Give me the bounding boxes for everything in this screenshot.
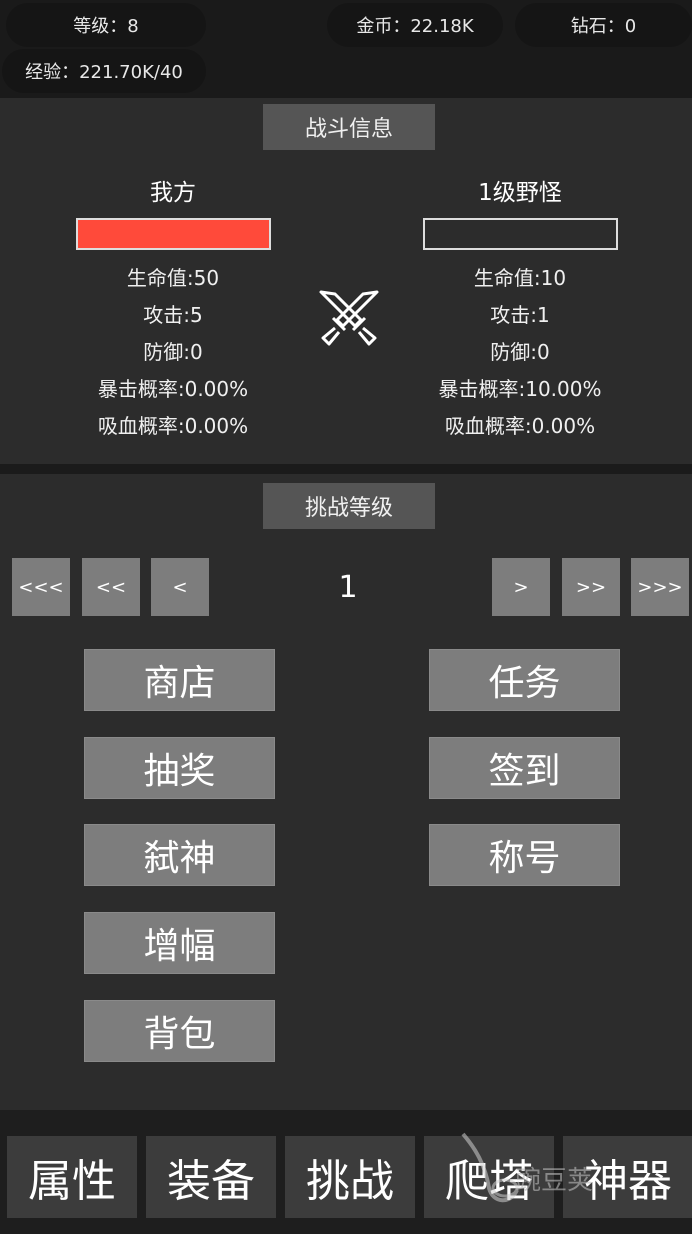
backpack-button[interactable]: 背包 xyxy=(84,1000,275,1062)
shop-button[interactable]: 商店 xyxy=(84,649,275,711)
player-stat-lifesteal: 吸血概率:0.00% xyxy=(97,414,249,438)
tab-tower[interactable]: 爬塔 xyxy=(424,1136,554,1218)
tab-artifact[interactable]: 神器 xyxy=(563,1136,692,1218)
battle-info-panel: 战斗信息 我方 生命值:50 攻击:5 防御:0 暴击概率:0.00% 吸血概率… xyxy=(0,98,692,464)
current-level: 1 xyxy=(338,569,358,605)
level-next-ten-button[interactable]: >> xyxy=(562,558,620,616)
quest-button[interactable]: 任务 xyxy=(429,649,620,711)
tab-challenge[interactable]: 挑战 xyxy=(285,1136,415,1218)
exp-text: 经验：221.70K/40 xyxy=(25,62,183,83)
level-prev-button[interactable]: < xyxy=(151,558,209,616)
player-stat-attack: 攻击:5 xyxy=(143,303,203,327)
level-text: 等级：8 xyxy=(73,16,139,37)
crossed-swords-icon xyxy=(319,290,379,346)
enemy-name: 1级野怪 xyxy=(478,180,562,206)
level-next-button[interactable]: > xyxy=(492,558,550,616)
gold-text: 金币：22.18K xyxy=(356,16,474,37)
enemy-panel: 1级野怪 生命值:10 攻击:1 防御:0 暴击概率:10.00% 吸血概率:0… xyxy=(421,176,619,445)
tab-attributes[interactable]: 属性 xyxy=(7,1136,137,1218)
tab-equipment[interactable]: 装备 xyxy=(146,1136,276,1218)
enemy-stat-attack: 攻击:1 xyxy=(490,303,550,327)
player-stat-hp: 生命值:50 xyxy=(126,266,220,290)
enemy-hp-bar xyxy=(422,218,618,250)
enemy-stat-defense: 防御:0 xyxy=(490,340,550,364)
checkin-button[interactable]: 签到 xyxy=(429,737,620,799)
godslayer-button[interactable]: 弑神 xyxy=(84,824,275,886)
enemy-stat-lifesteal: 吸血概率:0.00% xyxy=(444,414,596,438)
level-display: 等级：8 xyxy=(6,3,206,47)
battle-info-title: 战斗信息 xyxy=(263,104,435,150)
level-last-button[interactable]: >>> xyxy=(631,558,689,616)
gold-display: 金币：22.18K xyxy=(327,3,503,47)
diamond-text: 钻石：0 xyxy=(570,16,637,37)
enemy-stat-crit: 暴击概率:10.00% xyxy=(438,377,602,401)
level-first-button[interactable]: <<< xyxy=(12,558,70,616)
level-prev-ten-button[interactable]: << xyxy=(82,558,140,616)
player-hp-fill xyxy=(77,220,269,248)
enemy-stat-hp: 生命值:10 xyxy=(473,266,567,290)
diamond-display: 钻石：0 xyxy=(515,3,692,47)
enhance-button[interactable]: 增幅 xyxy=(84,912,275,974)
lottery-button[interactable]: 抽奖 xyxy=(84,737,275,799)
exp-display: 经验：221.70K/40 xyxy=(2,49,206,93)
player-stat-defense: 防御:0 xyxy=(143,340,203,364)
section-divider xyxy=(0,464,692,474)
player-name: 我方 xyxy=(150,180,196,206)
player-panel: 我方 生命值:50 攻击:5 防御:0 暴击概率:0.00% 吸血概率:0.00… xyxy=(74,176,272,445)
title-button[interactable]: 称号 xyxy=(429,824,620,886)
challenge-title: 挑战等级 xyxy=(263,483,435,529)
player-hp-bar xyxy=(75,218,271,250)
player-stat-crit: 暴击概率:0.00% xyxy=(97,377,249,401)
